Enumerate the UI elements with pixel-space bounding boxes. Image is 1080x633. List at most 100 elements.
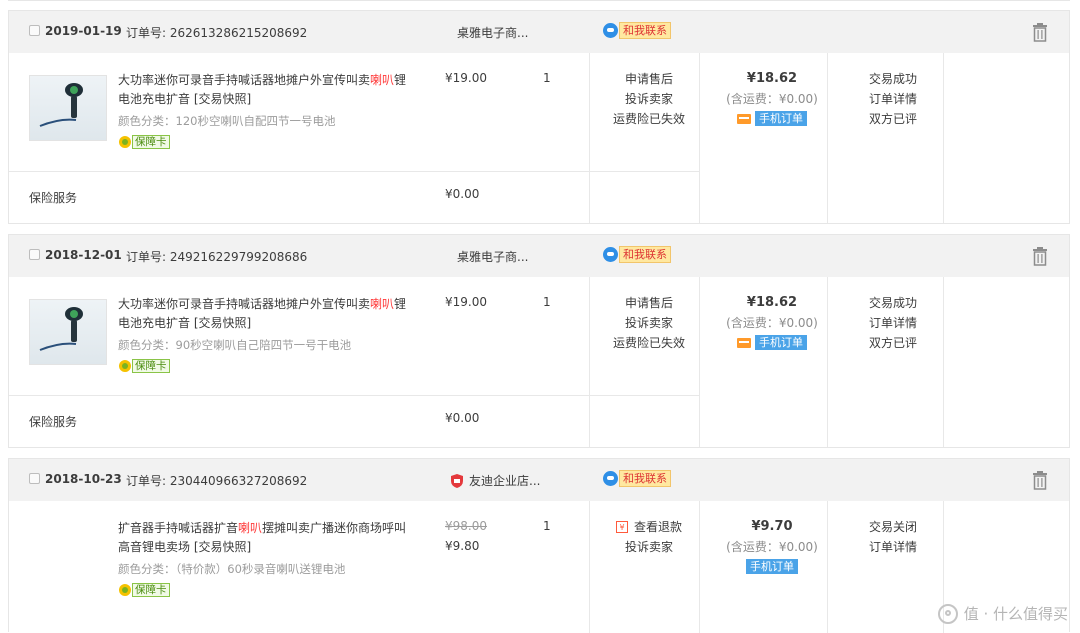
quantity: 1 [543, 295, 551, 309]
title-text[interactable]: 大功率迷你可录音手持喊话器地摊户外宣传叫卖 [118, 297, 370, 311]
guarantee-label[interactable]: 保障卡 [132, 359, 170, 373]
unit-price: ¥19.00 [445, 295, 487, 309]
contact-seller-label[interactable]: 和我联系 [619, 22, 671, 39]
title-text[interactable]: 扩音器手持喊话器扩音 [118, 521, 238, 535]
title-highlight[interactable]: 喇叭 [370, 73, 394, 87]
product-thumbnail[interactable] [29, 299, 107, 365]
mobile-order-label: 手机订单 [755, 335, 807, 350]
contact-seller-button[interactable]: 和我联系 [603, 246, 671, 263]
insurance-service-label: 保险服务 [29, 415, 78, 429]
guarantee-label[interactable]: 保障卡 [132, 135, 170, 149]
trash-icon[interactable] [1031, 470, 1049, 490]
trash-icon[interactable] [1031, 246, 1049, 266]
item-operations: 申请售后 投诉卖家 运费险已失效 [599, 69, 699, 129]
contact-seller-label[interactable]: 和我联系 [619, 470, 671, 487]
trade-status: 交易成功 [868, 296, 917, 310]
order-detail-link[interactable]: 订单详情 [835, 537, 951, 557]
title-highlight[interactable]: 喇叭 [370, 297, 394, 311]
mobile-order-label: 手机订单 [755, 111, 807, 126]
title-highlight[interactable]: 喇叭 [238, 521, 262, 535]
chat-bubble-icon [603, 471, 618, 486]
apply-aftersale-link[interactable]: 申请售后 [599, 293, 699, 313]
divider [589, 53, 590, 223]
mobile-order-badge: 手机订单 [709, 559, 835, 574]
shop-link[interactable]: 桌雅电子商... [457, 24, 528, 41]
order-card: 2018-10-23 订单号: 230440966327208692 友迪企业店… [8, 458, 1070, 633]
guarantee-icon [119, 136, 131, 148]
divider [589, 501, 590, 633]
title-text[interactable]: 大功率迷你可录音手持喊话器地摊户外宣传叫卖 [118, 73, 370, 87]
order-number: 订单号: 249216229799208686 [126, 248, 307, 265]
chat-bubble-icon [603, 247, 618, 262]
guarantee-badge[interactable]: 保障卡 [119, 583, 170, 597]
guarantee-badge[interactable]: 保障卡 [119, 135, 170, 149]
shop-name[interactable]: 桌雅电子商... [457, 248, 528, 265]
order-checkbox[interactable] [29, 473, 40, 484]
divider [9, 395, 699, 396]
divider [699, 277, 700, 447]
order-date: 2018-10-23 [45, 472, 122, 486]
refund-icon: ¥ [615, 521, 628, 533]
order-checkbox[interactable] [29, 25, 40, 36]
watermark-logo-icon [937, 603, 958, 624]
payment-cell: ¥18.62 (含运费：¥0.00) 手机订单 [709, 53, 835, 126]
trash-icon[interactable] [1031, 22, 1049, 42]
guarantee-label[interactable]: 保障卡 [132, 583, 170, 597]
contact-seller-button[interactable]: 和我联系 [603, 22, 671, 39]
product-title[interactable]: 大功率迷你可录音手持喊话器地摊户外宣传叫卖喇叭锂电池充电扩音 [交易快照] [118, 295, 418, 333]
quantity: 1 [543, 71, 551, 85]
shipping-fee: (含运费：¥0.00) [726, 540, 818, 554]
payment-cell: ¥9.70 (含运费：¥0.00) 手机订单 [709, 501, 835, 574]
order-number: 订单号: 2626132862152086​92 [126, 24, 307, 41]
order-date: 2019-01-19 [45, 24, 122, 38]
original-price: ¥98.00 [445, 519, 487, 533]
order-body: 大功率迷你可录音手持喊话器地摊户外宣传叫卖喇叭锂电池充电扩音 [交易快照] 颜色… [9, 277, 1069, 447]
megaphone-image [39, 307, 83, 351]
order-number-label: 订单号: [126, 250, 167, 264]
guarantee-badge[interactable]: 保障卡 [119, 359, 170, 373]
contact-seller-button[interactable]: 和我联系 [603, 470, 671, 487]
shop-name[interactable]: 桌雅电子商... [457, 24, 528, 41]
trade-status: 交易关闭 [868, 520, 917, 534]
order-header: 2019-01-19 订单号: 2626132862152086​92 桌雅电子… [9, 11, 1069, 53]
apply-aftersale-link[interactable]: 申请售后 [599, 69, 699, 89]
complain-seller-link[interactable]: 投诉卖家 [599, 313, 699, 333]
item-operations: 申请售后 投诉卖家 运费险已失效 [599, 293, 699, 353]
order-number-label: 订单号: [126, 26, 167, 40]
guarantee-icon [119, 584, 131, 596]
card-icon [737, 337, 751, 348]
trade-status-cell: 交易关闭 订单详情 [835, 501, 951, 557]
divider [699, 501, 700, 633]
shop-name[interactable]: 友迪企业店... [469, 472, 540, 489]
contact-seller-label[interactable]: 和我联系 [619, 246, 671, 263]
order-header: 2018-12-01 订单号: 249216229799208686 桌雅电子商… [9, 235, 1069, 277]
mobile-order-badge: 手机订单 [709, 111, 835, 126]
view-refund-label[interactable]: 查看退款 [634, 517, 682, 537]
shipping-insurance-status: 运费险已失效 [612, 112, 685, 126]
view-refund-link[interactable]: ¥ 查看退款 [599, 517, 699, 537]
top-border [8, 0, 1070, 1]
order-checkbox[interactable] [29, 249, 40, 260]
insurance-service-price: ¥0.00 [445, 411, 480, 425]
shop-link[interactable]: 友迪企业店... [449, 472, 540, 489]
product-sku: 颜色分类：120秒空喇叭自配四节一号电池 [118, 114, 336, 128]
item-operations: ¥ 查看退款 投诉卖家 [599, 517, 699, 557]
order-number-label: 订单号: [126, 474, 167, 488]
order-card: 2019-01-19 订单号: 2626132862152086​92 桌雅电子… [8, 10, 1070, 224]
product-title[interactable]: 大功率迷你可录音手持喊话器地摊户外宣传叫卖喇叭锂电池充电扩音 [交易快照] [118, 71, 418, 109]
order-detail-link[interactable]: 订单详情 [835, 89, 951, 109]
review-status-link[interactable]: 双方已评 [835, 109, 951, 129]
chat-bubble-icon [603, 23, 618, 38]
complain-seller-link[interactable]: 投诉卖家 [599, 89, 699, 109]
order-detail-link[interactable]: 订单详情 [835, 313, 951, 333]
complain-seller-link[interactable]: 投诉卖家 [599, 537, 699, 557]
unit-price: ¥19.00 [445, 71, 487, 85]
product-title[interactable]: 扩音器手持喊话器扩音喇叭摆摊叫卖广播迷你商场呼叫高音锂电卖场 [交易快照] [118, 519, 418, 557]
shop-link[interactable]: 桌雅电子商... [457, 248, 528, 265]
shipping-insurance-status: 运费险已失效 [612, 336, 685, 350]
mobile-order-badge: 手机订单 [709, 335, 835, 350]
product-thumbnail[interactable] [29, 75, 107, 141]
product-sku: 颜色分类：90秒空喇叭自己陪四节一号干电池 [118, 338, 352, 352]
review-status-link[interactable]: 双方已评 [835, 333, 951, 353]
payment-total: ¥18.62 [746, 71, 798, 86]
